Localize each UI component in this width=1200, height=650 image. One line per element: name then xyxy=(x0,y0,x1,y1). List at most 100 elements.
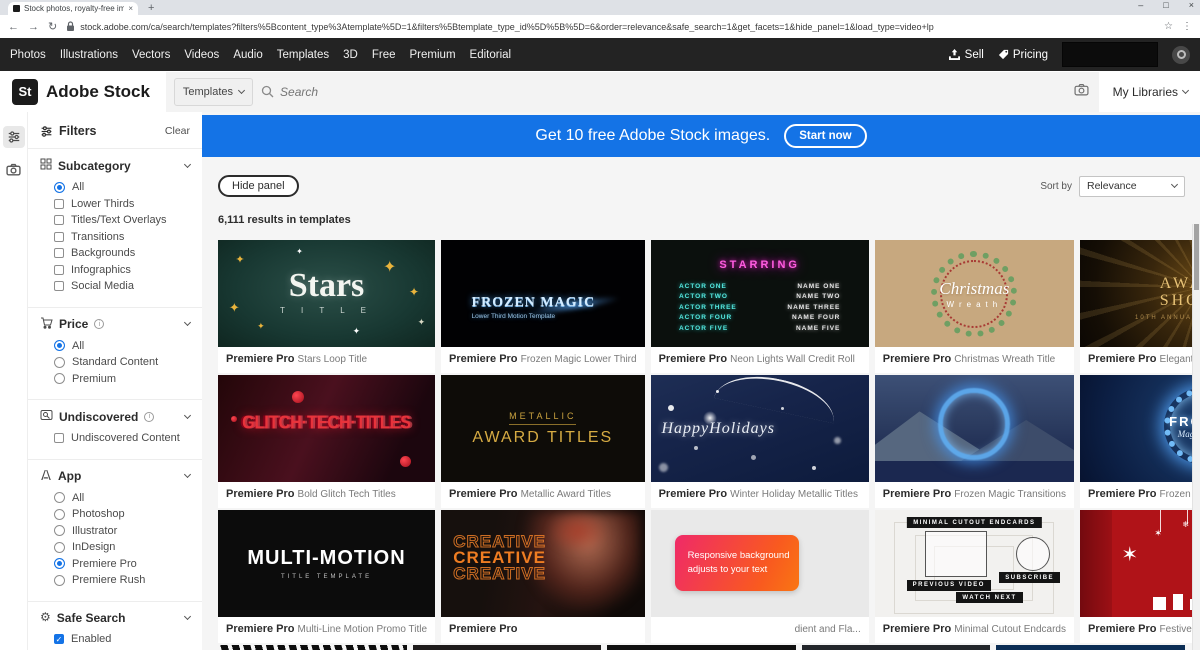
nav-item-free[interactable]: Free xyxy=(372,49,396,61)
filter-option-lower-thirds[interactable]: Lower Thirds xyxy=(54,198,190,210)
window-restore-button[interactable]: □ xyxy=(1163,0,1168,10)
template-card-partial[interactable] xyxy=(802,645,991,650)
template-card[interactable]: ChristmasWreath Premiere Pro Christmas W… xyxy=(875,240,1074,373)
nav-item-audio[interactable]: Audio xyxy=(233,49,262,61)
nav-item-vectors[interactable]: Vectors xyxy=(132,49,170,61)
filter-section-header-app[interactable]: App xyxy=(40,469,190,484)
template-card[interactable]: ✶❄✶✶✶❄ AdventRevealBox Premiere Pro Fest… xyxy=(1080,510,1200,643)
nav-item-editorial[interactable]: Editorial xyxy=(470,49,512,61)
template-card[interactable]: GLITCH·TECH·TITLES Premiere Pro Bold Gli… xyxy=(218,375,435,508)
filter-section-header-undiscovered[interactable]: Undiscovered i xyxy=(40,409,190,424)
filter-option-transitions[interactable]: Transitions xyxy=(54,231,190,243)
nav-item-videos[interactable]: Videos xyxy=(184,49,219,61)
forward-button[interactable]: → xyxy=(28,21,39,33)
radio-selected[interactable] xyxy=(54,558,65,569)
radio-unselected[interactable] xyxy=(54,357,65,368)
checkbox-unchecked[interactable] xyxy=(54,248,64,258)
start-now-button[interactable]: Start now xyxy=(784,124,866,148)
template-card[interactable]: FROZEN MAGICLower Third Motion Template … xyxy=(441,240,645,373)
back-button[interactable]: ← xyxy=(8,21,19,33)
profile-orb-icon[interactable] xyxy=(1172,46,1190,64)
checkbox-unchecked[interactable] xyxy=(54,265,64,275)
adobe-stock-logo[interactable]: St xyxy=(12,79,38,105)
template-card-partial[interactable] xyxy=(996,645,1185,650)
window-close-button[interactable]: × xyxy=(1189,0,1194,10)
template-card[interactable]: Responsive backgroundadjusts to your tex… xyxy=(651,510,869,643)
template-card-partial[interactable] xyxy=(607,645,796,650)
nav-item-3d[interactable]: 3D xyxy=(343,49,358,61)
url-bar[interactable]: stock.adobe.com/ca/search/templates?filt… xyxy=(66,21,1155,32)
checkbox-unchecked[interactable] xyxy=(54,199,64,209)
template-card[interactable]: STARRINGACTOR ONENAME ONEACTOR TWONAME T… xyxy=(651,240,869,373)
nav-item-photos[interactable]: Photos xyxy=(10,49,46,61)
filter-option-social-media[interactable]: Social Media xyxy=(54,280,190,292)
bookmark-star-icon[interactable]: ☆ xyxy=(1164,21,1173,32)
visual-search-rail-button[interactable] xyxy=(3,158,25,180)
filter-option-premiere-rush[interactable]: Premiere Rush xyxy=(54,574,190,586)
sort-select[interactable]: Relevance xyxy=(1079,176,1185,197)
filter-option-all[interactable]: All xyxy=(54,340,190,352)
filter-option-titles-text-overlays[interactable]: Titles/Text Overlays xyxy=(54,214,190,226)
page-scrollbar[interactable] xyxy=(1192,224,1200,650)
filter-option-undiscovered-content[interactable]: Undiscovered Content xyxy=(54,432,190,444)
checkbox-unchecked[interactable] xyxy=(54,281,64,291)
hide-panel-button[interactable]: Hide panel xyxy=(218,175,299,197)
filter-option-indesign[interactable]: InDesign xyxy=(54,541,190,553)
filter-option-all[interactable]: All xyxy=(54,492,190,504)
category-dropdown[interactable]: Templates xyxy=(174,78,253,106)
reload-button[interactable]: ↻ xyxy=(48,20,57,33)
pricing-link[interactable]: Pricing xyxy=(998,49,1048,61)
search-by-image-button[interactable] xyxy=(1064,83,1099,101)
filter-section-header-safe-search[interactable]: ⚙ Safe Search xyxy=(40,611,190,625)
search-input[interactable] xyxy=(280,85,1064,99)
template-card-partial[interactable] xyxy=(413,645,602,650)
template-card[interactable]: HappyHolidays Premiere Pro Winter Holida… xyxy=(651,375,869,508)
filter-section-header-price[interactable]: Price i xyxy=(40,317,190,332)
filter-option-all[interactable]: All xyxy=(54,181,190,193)
template-card[interactable]: THEAWARDSSHOW10TH ANNUAL AWARDS SHOW Pre… xyxy=(1080,240,1200,373)
radio-selected[interactable] xyxy=(54,182,65,193)
radio-unselected[interactable] xyxy=(54,525,65,536)
checkbox-unchecked[interactable] xyxy=(54,232,64,242)
template-card[interactable]: StarsT I T L E ✦✦✦✦✦✦✦✦ Premiere Pro Sta… xyxy=(218,240,435,373)
scrollbar-thumb[interactable] xyxy=(1194,224,1199,290)
tab-close-icon[interactable]: × xyxy=(128,4,133,13)
nav-item-templates[interactable]: Templates xyxy=(277,49,329,61)
filter-option-infographics[interactable]: Infographics xyxy=(54,264,190,276)
radio-unselected[interactable] xyxy=(54,542,65,553)
checkbox-checked[interactable]: ✓ xyxy=(54,634,64,644)
radio-selected[interactable] xyxy=(54,340,65,351)
signin-placeholder-box[interactable] xyxy=(1062,42,1158,67)
filter-option-premiere-pro[interactable]: Premiere Pro xyxy=(54,558,190,570)
template-card[interactable]: FROZENMagical Title Premiere Pro Frozen … xyxy=(1080,375,1200,508)
checkbox-unchecked[interactable] xyxy=(54,433,64,443)
radio-unselected[interactable] xyxy=(54,492,65,503)
filter-option-backgrounds[interactable]: Backgrounds xyxy=(54,247,190,259)
filter-section-header-subcategory[interactable]: Subcategory xyxy=(40,158,190,173)
template-card[interactable]: MULTI-MOTIONTITLE TEMPLATE Premiere Pro … xyxy=(218,510,435,643)
template-card[interactable]: MINIMAL CUTOUT ENDCARDSPREVIOUS VIDEOSUB… xyxy=(875,510,1074,643)
browser-tab[interactable]: Stock photos, royalty-free imag × xyxy=(8,2,138,15)
new-tab-button[interactable]: + xyxy=(148,2,154,15)
filter-option-standard-content[interactable]: Standard Content xyxy=(54,356,190,368)
window-minimize-button[interactable]: – xyxy=(1138,0,1143,10)
template-card[interactable]: Premiere Pro Frozen Magic Transitions xyxy=(875,375,1074,508)
browser-menu-icon[interactable]: ⋮ xyxy=(1182,21,1192,32)
sell-link[interactable]: Sell xyxy=(948,49,984,61)
radio-unselected[interactable] xyxy=(54,509,65,520)
filter-option-photoshop[interactable]: Photoshop xyxy=(54,508,190,520)
radio-unselected[interactable] xyxy=(54,575,65,586)
template-card[interactable]: CREATIVECREATIVECREATIVE Premiere Pro xyxy=(441,510,645,643)
filter-option-premium[interactable]: Premium xyxy=(54,373,190,385)
radio-unselected[interactable] xyxy=(54,373,65,384)
template-card-partial[interactable] xyxy=(218,645,407,650)
clear-filters-button[interactable]: Clear xyxy=(165,125,190,137)
nav-item-illustrations[interactable]: Illustrations xyxy=(60,49,118,61)
nav-item-premium[interactable]: Premium xyxy=(410,49,456,61)
checkbox-unchecked[interactable] xyxy=(54,215,64,225)
my-libraries-menu[interactable]: My Libraries xyxy=(1113,85,1188,99)
filters-rail-button[interactable] xyxy=(3,126,25,148)
template-card[interactable]: METALLICAWARD TITLES Premiere Pro Metall… xyxy=(441,375,645,508)
filter-option-illustrator[interactable]: Illustrator xyxy=(54,525,190,537)
filter-option-enabled[interactable]: ✓Enabled xyxy=(54,633,190,645)
